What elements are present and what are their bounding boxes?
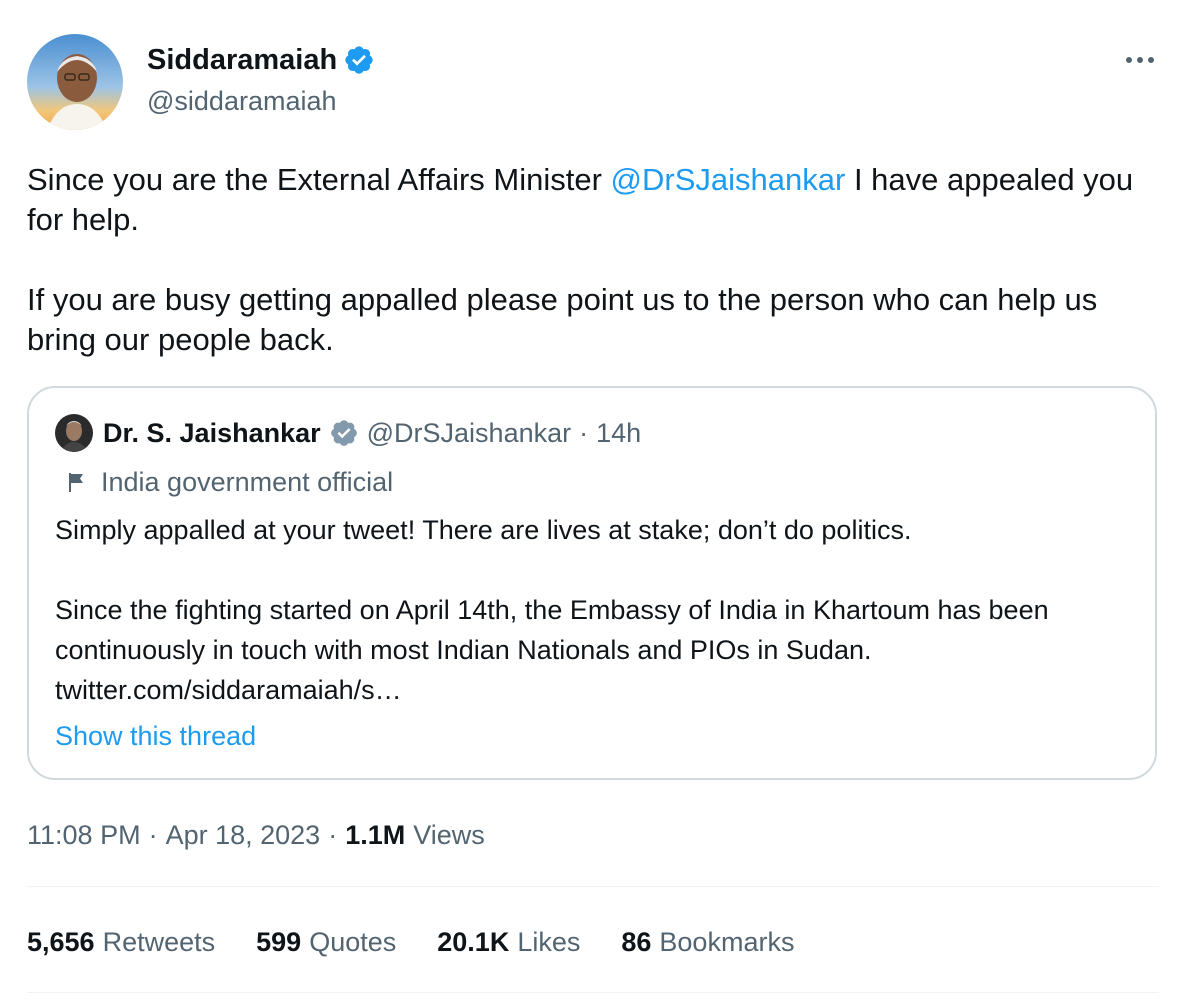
quoted-author-name[interactable]: Dr. S. Jaishankar xyxy=(103,418,321,449)
retweets-stat[interactable]: 5,656 Retweets xyxy=(27,927,215,958)
tweet-meta: 11:08 PM · Apr 18, 2023 · 1.1M Views xyxy=(27,815,485,855)
flag-icon xyxy=(65,470,89,494)
show-thread-link[interactable]: Show this thread xyxy=(55,718,256,754)
quotes-stat[interactable]: 599 Quotes xyxy=(256,927,396,958)
quoted-paragraph-1: Simply appalled at your tweet! There are… xyxy=(55,515,912,545)
author-name[interactable]: Siddaramaiah xyxy=(147,42,337,78)
quoted-author-handle[interactable]: @DrSJaishankar xyxy=(367,418,571,449)
mention-link[interactable]: @DrSJaishankar xyxy=(611,162,846,197)
retweets-count: 5,656 xyxy=(27,926,95,957)
quoted-tweet-header: Dr. S. Jaishankar @DrSJaishankar · 14h xyxy=(103,414,641,452)
likes-label: Likes xyxy=(517,926,581,957)
likes-count: 20.1K xyxy=(437,926,510,957)
tweet-paragraph-2: If you are busy getting appalled please … xyxy=(27,282,1098,357)
quoted-tweet-time[interactable]: 14h xyxy=(596,418,641,449)
retweets-label: Retweets xyxy=(102,926,216,957)
bookmarks-stat[interactable]: 86 Bookmarks xyxy=(621,927,794,958)
verified-badge-icon xyxy=(343,44,375,76)
quoted-paragraph-2: Since the fighting started on April 14th… xyxy=(55,595,1049,665)
government-badge-icon xyxy=(329,418,359,448)
tweet-time[interactable]: 11:08 PM xyxy=(27,820,141,851)
more-options-button[interactable] xyxy=(1118,42,1162,78)
author-handle[interactable]: @siddaramaiah xyxy=(147,84,337,118)
bookmarks-label: Bookmarks xyxy=(659,926,795,957)
quotes-count: 599 xyxy=(256,926,302,957)
bookmarks-count: 86 xyxy=(621,926,652,957)
quotes-label: Quotes xyxy=(309,926,397,957)
divider xyxy=(27,992,1159,993)
author-avatar[interactable] xyxy=(27,34,123,130)
quoted-link[interactable]: twitter.com/siddaramaiah/s… xyxy=(55,670,1135,710)
tweet-text: Since you are the External Affairs Minis… xyxy=(27,160,1167,360)
quoted-tweet-card[interactable]: Dr. S. Jaishankar @DrSJaishankar · 14h I… xyxy=(27,386,1157,780)
divider xyxy=(27,886,1159,887)
separator-dot: · xyxy=(328,819,338,850)
separator-dot: · xyxy=(579,417,589,448)
tweet: Siddaramaiah @siddaramaiah Since you are… xyxy=(0,0,1196,1008)
quoted-tweet-text: Simply appalled at your tweet! There are… xyxy=(55,510,1135,710)
more-dots-icon xyxy=(1125,51,1155,69)
account-label: India government official xyxy=(65,464,393,500)
tweet-paragraph-1: Since you are the External Affairs Minis… xyxy=(27,162,1134,237)
views-label: Views xyxy=(413,819,485,850)
likes-stat[interactable]: 20.1K Likes xyxy=(437,927,580,958)
separator-dot: · xyxy=(148,819,158,850)
account-label-text: India government official xyxy=(101,466,394,497)
views-count: 1.1M xyxy=(345,819,406,850)
tweet-date[interactable]: Apr 18, 2023 xyxy=(166,820,321,851)
author-name-row[interactable]: Siddaramaiah xyxy=(147,42,375,78)
engagement-stats: 5,656 Retweets 599 Quotes 20.1K Likes 86… xyxy=(27,920,835,964)
quoted-author-avatar[interactable] xyxy=(55,414,93,452)
